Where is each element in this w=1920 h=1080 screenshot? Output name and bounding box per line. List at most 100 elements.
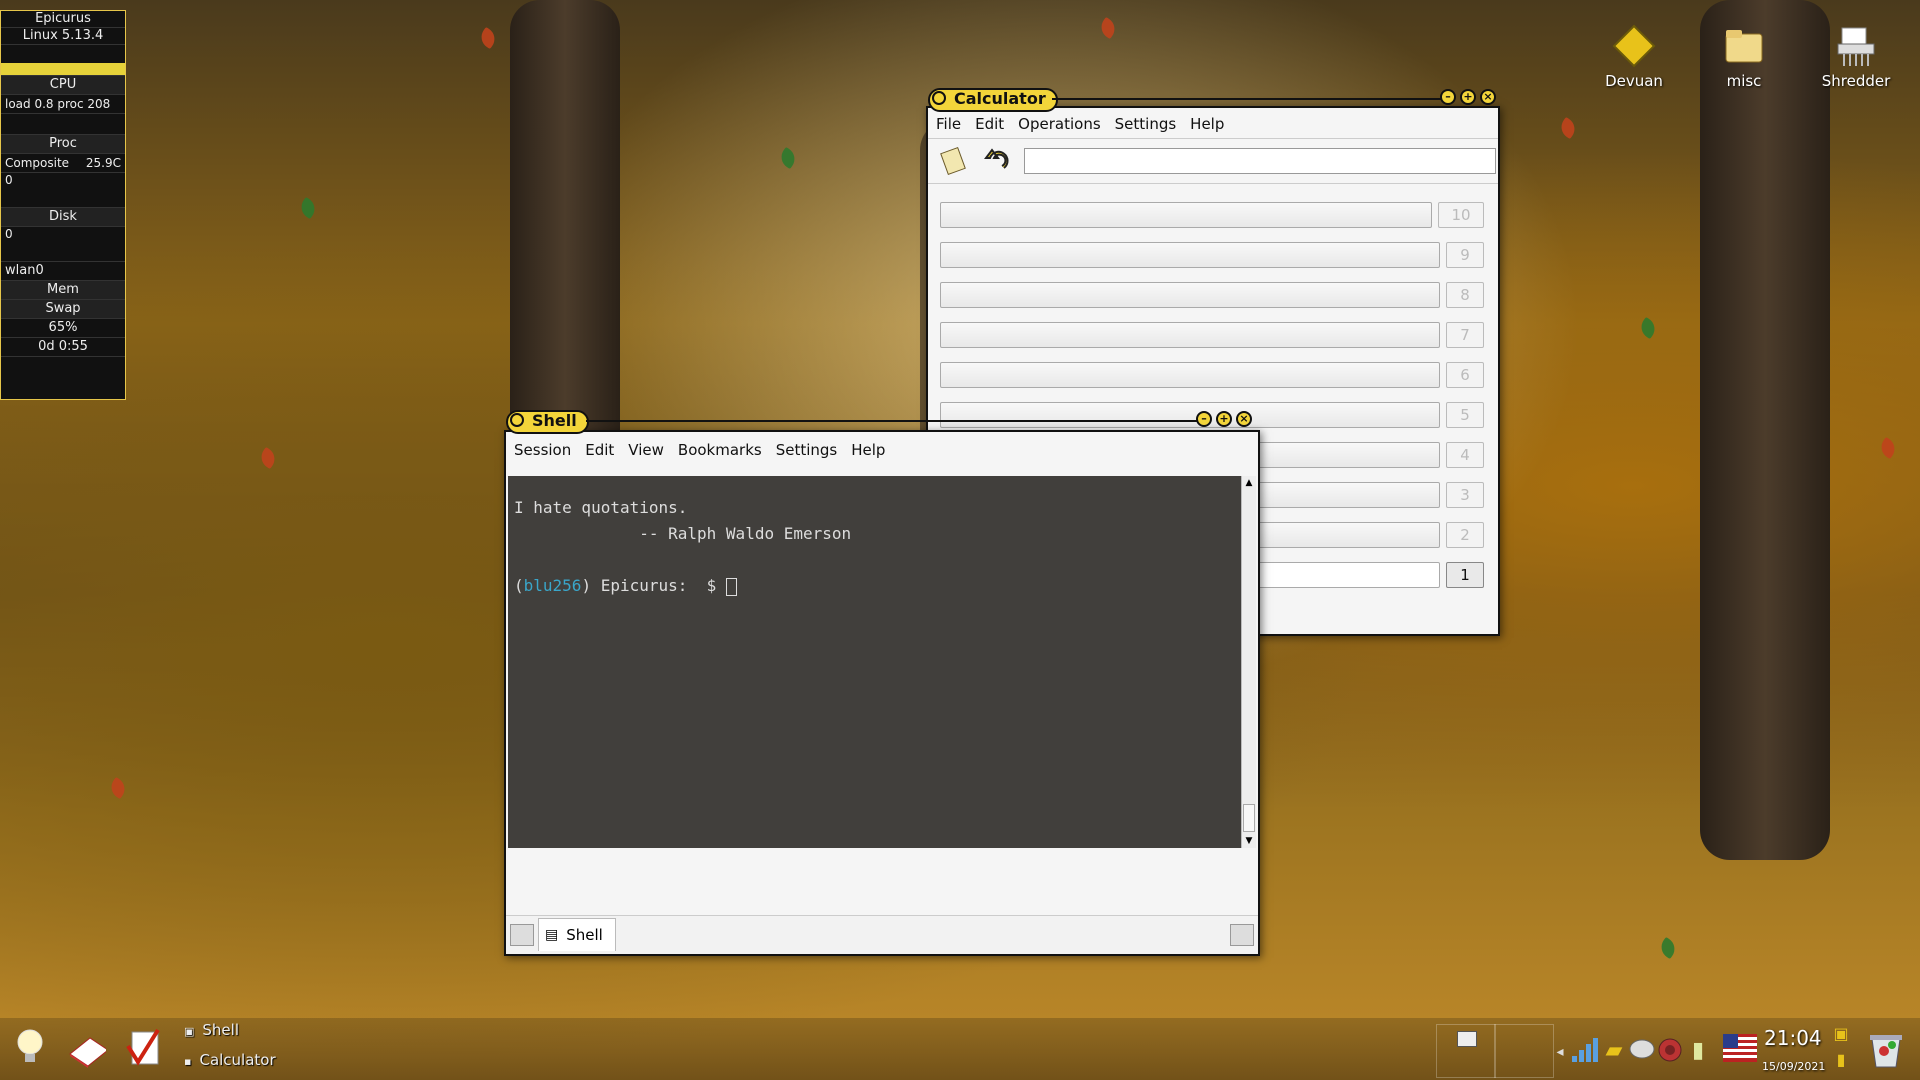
shell-title-tab[interactable]: Shell: [506, 410, 589, 434]
menu-edit[interactable]: Edit: [975, 115, 1004, 133]
pager-desktop-1[interactable]: [1436, 1024, 1496, 1078]
clear-icon[interactable]: [936, 144, 970, 178]
volume-icon[interactable]: [1656, 1030, 1684, 1070]
pager-desktop-2[interactable]: [1494, 1024, 1554, 1078]
maximize-icon[interactable]: +: [1216, 411, 1232, 427]
kernel-version: Linux 5.13.4: [1, 28, 125, 45]
desktop-icon-devuan[interactable]: Devuan: [1592, 24, 1676, 90]
desktop-icon-misc[interactable]: misc: [1702, 24, 1786, 90]
calculator-menubar: File Edit Operations Settings Help: [928, 110, 1498, 138]
network-label: wlan0: [1, 262, 125, 281]
temperature: 25.9C: [85, 156, 121, 170]
us-flag-icon[interactable]: [1722, 1028, 1758, 1068]
prompt-rest: ) Epicurus: $: [581, 576, 726, 595]
battery-percent: 65%: [1, 319, 125, 338]
cpu-label: CPU: [1, 76, 125, 95]
tray-collapse-icon[interactable]: ◂: [1552, 1032, 1568, 1072]
lightbulb-icon[interactable]: [10, 1028, 50, 1068]
calculator-title-tab[interactable]: Calculator: [928, 88, 1058, 112]
shell-window: Session Edit View Bookmarks Settings Hel…: [504, 430, 1260, 956]
stack-field[interactable]: [940, 282, 1440, 308]
menu-edit[interactable]: Edit: [585, 441, 614, 459]
stack-field[interactable]: [940, 362, 1440, 388]
shell-title: Shell: [532, 411, 577, 430]
system-monitor: Epicurus Linux 5.13.4 CPU load 0.8 proc …: [0, 10, 126, 400]
stack-index: 6: [1446, 362, 1484, 388]
desktop-icon-label: misc: [1726, 72, 1762, 90]
close-icon[interactable]: ×: [1236, 411, 1252, 427]
leaf: [1876, 436, 1900, 460]
stack-index: 2: [1446, 522, 1484, 548]
calculator-window-controls: – + ×: [1440, 89, 1496, 105]
terminal-quote: I hate quotations.: [514, 498, 688, 517]
proc-label: Proc: [1, 135, 125, 154]
proc-graph: 0: [1, 173, 125, 208]
new-tab-icon[interactable]: [510, 924, 534, 946]
task-shell[interactable]: ▣ Shell: [184, 1021, 239, 1039]
hostname: Epicurus: [1, 11, 125, 28]
task-label: Calculator: [199, 1051, 276, 1069]
terminal-area[interactable]: I hate quotations. -- Ralph Waldo Emerso…: [508, 476, 1252, 848]
stack-index: 5: [1446, 402, 1484, 428]
cpu-graph: [1, 45, 125, 76]
close-tab-icon[interactable]: [1230, 924, 1254, 946]
composite-label: Composite: [5, 156, 70, 170]
stack-field[interactable]: [940, 402, 1440, 428]
shredder-icon: [1834, 24, 1878, 68]
shell-tabbar: ▤ Shell: [506, 915, 1258, 954]
battery-icon[interactable]: ▮: [1830, 1048, 1852, 1070]
prompt-open: (: [514, 576, 524, 595]
leaf: [1636, 316, 1660, 340]
stack-row: 7: [940, 322, 1485, 348]
desktop-icon-shredder[interactable]: Shredder: [1814, 24, 1898, 90]
menu-help[interactable]: Help: [1190, 115, 1224, 133]
clock-time[interactable]: 21:04: [1764, 1026, 1822, 1050]
scroll-thumb[interactable]: [1243, 804, 1255, 832]
stack-field[interactable]: [940, 322, 1440, 348]
menu-file[interactable]: File: [936, 115, 961, 133]
notes-icon[interactable]: ▮: [1684, 1030, 1712, 1070]
stack-field[interactable]: [940, 202, 1432, 228]
scroll-up-icon[interactable]: ▲: [1242, 476, 1256, 490]
window-menu-icon[interactable]: [932, 91, 946, 105]
swap-label: Swap: [1, 300, 125, 319]
tab-shell[interactable]: ▤ Shell: [538, 918, 616, 951]
menu-help[interactable]: Help: [851, 441, 885, 459]
undo-icon[interactable]: [980, 144, 1014, 178]
lock-icon[interactable]: ▣: [1830, 1022, 1852, 1044]
clock-date: 15/09/2021: [1762, 1060, 1826, 1073]
load-text: load 0.8 proc 208: [1, 95, 125, 114]
trash-icon[interactable]: [1866, 1028, 1906, 1068]
leaf: [256, 446, 280, 470]
menu-settings[interactable]: Settings: [776, 441, 838, 459]
terminal-icon: ▣: [184, 1025, 195, 1038]
minimize-icon[interactable]: –: [1440, 89, 1456, 105]
task-calculator[interactable]: ▪ Calculator: [184, 1051, 276, 1069]
stack-field[interactable]: [940, 242, 1440, 268]
clipboard-icon[interactable]: ▰: [1600, 1030, 1628, 1070]
book-icon[interactable]: [66, 1028, 106, 1068]
leaf: [776, 146, 800, 170]
menu-session[interactable]: Session: [514, 441, 571, 459]
close-icon[interactable]: ×: [1480, 89, 1496, 105]
chat-icon[interactable]: [1628, 1030, 1656, 1070]
stack-index: 4: [1446, 442, 1484, 468]
network-signal-icon[interactable]: [1568, 1030, 1600, 1070]
leaf: [296, 196, 320, 220]
devuan-diamond-icon: [1612, 24, 1656, 68]
scroll-down-icon[interactable]: ▼: [1242, 834, 1256, 848]
calculator-input[interactable]: [1024, 148, 1496, 174]
menu-operations[interactable]: Operations: [1018, 115, 1100, 133]
disk-graph: 0: [1, 227, 125, 262]
checklist-icon[interactable]: [124, 1028, 164, 1068]
menu-bookmarks[interactable]: Bookmarks: [678, 441, 762, 459]
window-menu-icon[interactable]: [510, 413, 524, 427]
menu-settings[interactable]: Settings: [1115, 115, 1177, 133]
maximize-icon[interactable]: +: [1460, 89, 1476, 105]
mem-label: Mem: [1, 281, 125, 300]
disk-label: Disk: [1, 208, 125, 227]
terminal-scrollbar[interactable]: ▲ ▼: [1241, 476, 1256, 848]
load-graph: [1, 114, 125, 135]
menu-view[interactable]: View: [628, 441, 664, 459]
minimize-icon[interactable]: –: [1196, 411, 1212, 427]
